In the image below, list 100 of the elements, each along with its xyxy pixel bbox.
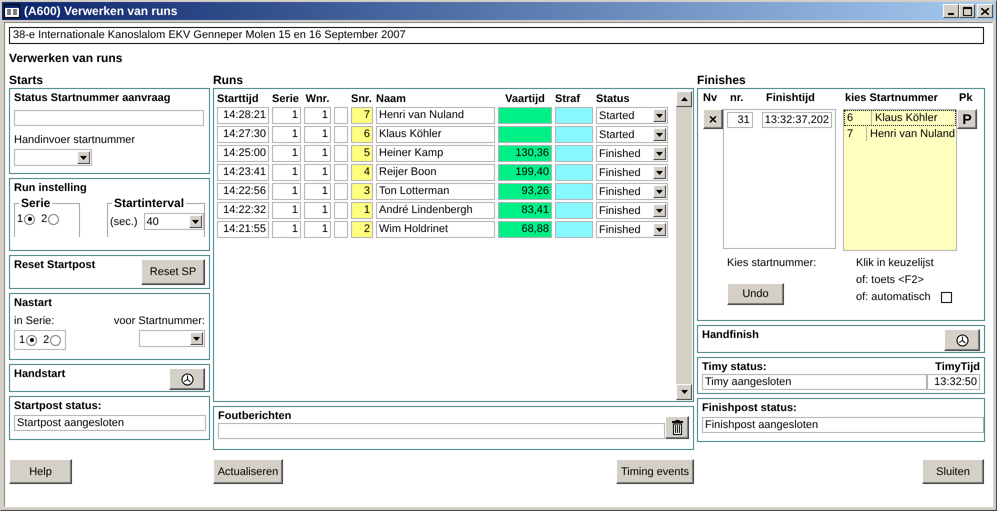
automatic-checkbox[interactable] bbox=[940, 292, 952, 302]
event-title-field[interactable]: 38-e Internationale Kanoslalom EKV Genneper Molen 15 en 16 September 2007 bbox=[9, 27, 984, 44]
table-cell: 14:25:00 bbox=[217, 145, 269, 162]
table-cell bbox=[555, 202, 593, 219]
table-cell: 1 bbox=[351, 202, 373, 219]
table-cell: 83,41 bbox=[498, 202, 552, 219]
radio-option[interactable]: 1 bbox=[19, 333, 38, 347]
column-header: Nv bbox=[703, 92, 718, 104]
close-button[interactable]: Sluiten bbox=[922, 459, 984, 484]
panel-title: Reset Startpost bbox=[14, 259, 96, 271]
table-cell: 14:27:30 bbox=[217, 126, 269, 143]
interval-dropdown[interactable]: 40 bbox=[144, 213, 204, 230]
caret-icon bbox=[656, 208, 663, 212]
table-cell: 1 bbox=[304, 145, 331, 162]
table-cell bbox=[334, 183, 348, 200]
timing-events-button[interactable]: Timing events bbox=[616, 459, 694, 484]
table-cell bbox=[334, 221, 348, 238]
status-field[interactable]: Timy aangesloten bbox=[702, 374, 928, 390]
caret-icon bbox=[192, 220, 199, 224]
caret-icon bbox=[656, 228, 663, 232]
unit-label: (sec.) bbox=[110, 216, 138, 228]
status-dropdown[interactable]: Finished bbox=[596, 183, 668, 200]
scroll-down-icon bbox=[680, 390, 688, 394]
delete-button[interactable]: × bbox=[703, 109, 723, 129]
table-cell: 93,26 bbox=[498, 183, 552, 200]
caret-icon bbox=[656, 114, 663, 118]
status-field[interactable]: Startpost aangesloten bbox=[14, 415, 206, 431]
table-cell: 3 bbox=[351, 183, 373, 200]
caret-icon bbox=[656, 190, 663, 194]
table-cell: 1 bbox=[272, 202, 301, 219]
table-cell: 1 bbox=[272, 183, 301, 200]
section-heading: Runs bbox=[213, 74, 244, 85]
table-cell: 1 bbox=[272, 126, 301, 143]
table-cell: 68,88 bbox=[498, 221, 552, 238]
caret-icon bbox=[80, 156, 87, 160]
list-item[interactable]: 6 Klaus Köhler bbox=[844, 110, 956, 126]
close-button[interactable] bbox=[977, 4, 993, 18]
table-cell bbox=[498, 126, 552, 143]
table-cell: 1 bbox=[304, 221, 331, 238]
radio-option[interactable]: 2 bbox=[43, 333, 62, 347]
table-cell: 199,40 bbox=[498, 164, 552, 181]
trash-icon bbox=[672, 420, 683, 435]
undo-button[interactable]: Undo bbox=[727, 283, 784, 305]
minimize-button[interactable] bbox=[943, 4, 959, 18]
column-header: Straf bbox=[555, 93, 582, 105]
startnumber-dropdown[interactable] bbox=[139, 330, 205, 347]
page-title: Verwerken van runs bbox=[9, 51, 124, 67]
column-header: nr. bbox=[730, 92, 744, 104]
table-cell bbox=[555, 221, 593, 238]
status-dropdown[interactable]: Started bbox=[596, 107, 668, 124]
table-cell: 14:23:41 bbox=[217, 164, 269, 181]
table-cell bbox=[555, 164, 593, 181]
panel-title: Foutberichten bbox=[218, 410, 292, 422]
refresh-button[interactable]: Actualiseren bbox=[213, 459, 283, 484]
status-dropdown[interactable]: Finished bbox=[596, 202, 668, 219]
status-dropdown[interactable]: Finished bbox=[596, 164, 668, 181]
status-field[interactable] bbox=[14, 110, 204, 126]
reset-button[interactable]: Reset SP bbox=[141, 259, 205, 285]
hint-text: Klik in keuzelijst bbox=[856, 257, 935, 269]
clock-icon bbox=[956, 334, 968, 346]
column-header: Starttijd bbox=[217, 93, 260, 105]
finish-time-field[interactable]: 13:32:37,202 bbox=[762, 112, 832, 128]
table-cell: 6 bbox=[351, 126, 373, 143]
table-cell bbox=[334, 202, 348, 219]
table-cell: Klaus Köhler bbox=[376, 126, 495, 143]
column-header: Status bbox=[596, 93, 631, 105]
table-cell: 14:21:55 bbox=[217, 221, 269, 238]
error-field[interactable] bbox=[218, 423, 666, 439]
table-cell: 14:22:56 bbox=[217, 183, 269, 200]
status-dropdown[interactable]: Started bbox=[596, 126, 668, 143]
status-dropdown[interactable]: Finished bbox=[596, 221, 668, 238]
table-cell: Reijer Boon bbox=[376, 164, 495, 181]
list-item[interactable]: 7 Henri van Nuland bbox=[844, 126, 956, 142]
hint-text: of: toets <F2> bbox=[856, 274, 925, 286]
number-field[interactable]: 31 bbox=[727, 112, 753, 128]
time-field[interactable]: 13:32:50 bbox=[927, 374, 980, 390]
delete-button[interactable] bbox=[665, 416, 689, 439]
form-icon bbox=[4, 4, 20, 18]
table-cell: 14:22:32 bbox=[217, 202, 269, 219]
caret-icon bbox=[656, 170, 663, 174]
table-cell: 5 bbox=[351, 145, 373, 162]
scrollbar[interactable] bbox=[676, 91, 692, 400]
status-field[interactable]: Finishpost aangesloten bbox=[702, 417, 984, 433]
table-cell bbox=[498, 107, 552, 124]
pick-button[interactable]: P bbox=[957, 109, 977, 129]
table-cell bbox=[334, 164, 348, 181]
handfinish-button[interactable] bbox=[944, 329, 980, 351]
help-button[interactable]: Help bbox=[9, 459, 72, 484]
column-header: Pk bbox=[959, 92, 972, 104]
table-cell bbox=[334, 126, 348, 143]
handstart-button[interactable] bbox=[169, 368, 205, 390]
caret-icon bbox=[193, 336, 200, 340]
maximize-button[interactable] bbox=[959, 4, 975, 18]
startnumber-dropdown[interactable] bbox=[14, 149, 92, 166]
column-header: Vaartijd bbox=[504, 93, 546, 105]
table-cell bbox=[555, 183, 593, 200]
table-cell bbox=[334, 145, 348, 162]
table-cell: 1 bbox=[304, 202, 331, 219]
table-cell: 1 bbox=[304, 183, 331, 200]
status-dropdown[interactable]: Finished bbox=[596, 145, 668, 162]
